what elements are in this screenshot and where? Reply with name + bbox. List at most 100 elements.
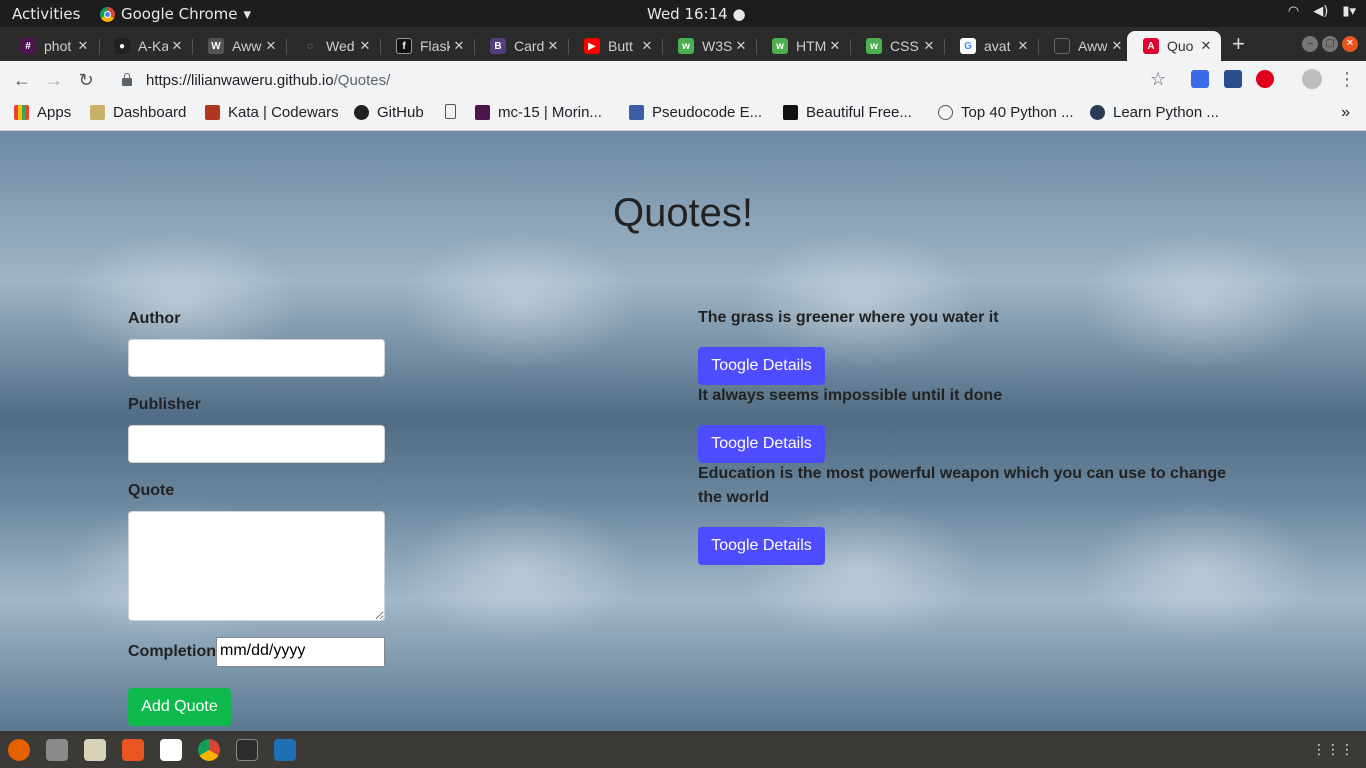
toggle-details-button[interactable]: Toogle Details <box>698 527 825 565</box>
bookmark-label: mc-15 | Morin... <box>498 104 602 121</box>
bookmark-apps[interactable]: Apps <box>14 104 71 121</box>
google-icon: G <box>960 38 976 54</box>
firefox-icon[interactable] <box>8 739 30 761</box>
bookmark-mc15[interactable]: mc-15 | Morin... <box>475 104 602 121</box>
tab-title: W3S <box>702 38 732 54</box>
activities-button[interactable]: Activities <box>12 5 80 23</box>
maximize-icon[interactable]: ▢ <box>1322 36 1338 52</box>
youtube-icon: ▶ <box>584 38 600 54</box>
dashboard-icon <box>90 105 105 120</box>
tab[interactable]: Gavat ✕ <box>944 31 1038 61</box>
extension-icon[interactable] <box>1224 70 1242 88</box>
tab-title: phot <box>44 38 72 54</box>
bookmark-dashboard[interactable]: Dashboard <box>90 104 186 121</box>
close-icon[interactable]: ✕ <box>544 38 562 54</box>
tab[interactable]: ▶ Butt ✕ <box>568 31 662 61</box>
author-input[interactable] <box>128 339 385 377</box>
terminal-icon[interactable] <box>236 739 258 761</box>
close-icon[interactable]: ✕ <box>74 38 92 54</box>
show-applications-icon[interactable]: ⋮⋮⋮ <box>1312 741 1354 758</box>
toggle-details-button[interactable]: Toogle Details <box>698 347 825 385</box>
bookmark-python-top40[interactable]: Top 40 Python ... <box>938 104 1074 121</box>
close-window-icon[interactable]: ✕ <box>1342 36 1358 52</box>
tab[interactable]: f Flask ✕ <box>380 31 474 61</box>
close-icon[interactable]: ✕ <box>168 38 186 54</box>
menu-icon[interactable]: ⋮ <box>1338 69 1356 90</box>
angular-icon: A <box>1143 38 1159 54</box>
add-quote-button[interactable]: Add Quote <box>128 688 231 726</box>
bookmark-github[interactable]: GitHub <box>354 104 424 121</box>
unsplash-icon <box>783 105 798 120</box>
document-icon[interactable] <box>160 739 182 761</box>
close-icon[interactable]: ✕ <box>1108 38 1126 54</box>
software-icon[interactable] <box>122 739 144 761</box>
close-icon[interactable]: ✕ <box>920 38 938 54</box>
close-icon[interactable]: ✕ <box>638 38 656 54</box>
back-icon[interactable]: ← <box>11 69 33 91</box>
address-bar[interactable]: https://lilianwaweru.github.io/Quotes/ <box>108 65 1188 95</box>
apps-grid-icon <box>14 105 29 120</box>
avatar[interactable] <box>1302 69 1322 89</box>
tab-strip: # phot ✕ ● A-Ka ✕ W Aww ✕ ◌ Wed ✕ f Flask ✕ B Card ✕… <box>0 27 1366 61</box>
chrome-icon[interactable] <box>198 739 220 761</box>
chevron-right-icon[interactable]: » <box>1341 104 1350 122</box>
github-icon <box>354 105 369 120</box>
tab-title: Butt <box>608 38 633 54</box>
tab[interactable]: w CSS ✕ <box>850 31 944 61</box>
bookmark-page[interactable] <box>445 104 464 119</box>
tab[interactable]: ◌ Wed ✕ <box>286 31 380 61</box>
tab[interactable]: ● A-Ka ✕ <box>98 31 192 61</box>
reload-icon[interactable]: ↻ <box>75 69 97 91</box>
tab-title: Quo <box>1167 38 1194 54</box>
tab[interactable]: w W3S ✕ <box>662 31 756 61</box>
tab[interactable]: B Card ✕ <box>474 31 568 61</box>
tab-title: Wed <box>326 38 355 54</box>
bookmark-label: GitHub <box>377 104 424 121</box>
close-icon[interactable]: ✕ <box>1197 38 1215 54</box>
tab-title: CSS <box>890 38 919 54</box>
codewars-icon <box>205 105 220 120</box>
close-icon[interactable]: ✕ <box>1014 38 1032 54</box>
volume-icon: ◀) <box>1313 4 1329 19</box>
close-icon[interactable]: ✕ <box>732 38 750 54</box>
tab[interactable]: w HTM ✕ <box>756 31 850 61</box>
tab-title: HTM <box>796 38 826 54</box>
close-icon[interactable]: ✕ <box>356 38 374 54</box>
bookmark-codewars[interactable]: Kata | Codewars <box>205 104 339 121</box>
wifi-icon: ◠ <box>1287 4 1300 19</box>
quote-label: Quote <box>128 482 175 499</box>
bookmark-star-icon[interactable]: ☆ <box>1150 69 1166 90</box>
toggle-details-button[interactable]: Toogle Details <box>698 425 825 463</box>
tab-active[interactable]: A Quo ✕ <box>1127 31 1221 61</box>
system-tray[interactable]: ◠ ◀) ▮▾ <box>1288 4 1356 19</box>
completion-date-input[interactable]: mm/dd/yyyy <box>216 637 385 667</box>
page-icon <box>445 104 456 119</box>
bookmark-pseudocode[interactable]: Pseudocode E... <box>629 104 762 121</box>
close-icon[interactable]: ✕ <box>826 38 844 54</box>
camera-icon[interactable] <box>84 739 106 761</box>
minimize-icon[interactable]: – <box>1302 36 1318 52</box>
adblock-icon[interactable] <box>1256 70 1274 88</box>
publisher-input[interactable] <box>128 425 385 463</box>
tab[interactable]: Aww ✕ <box>1038 31 1132 61</box>
new-tab-button[interactable]: + <box>1232 31 1245 57</box>
forward-icon[interactable]: → <box>43 69 65 91</box>
clock[interactable]: Wed 16:14 ● <box>647 5 746 23</box>
close-icon[interactable]: ✕ <box>262 38 280 54</box>
chevron-down-icon: ▾ <box>243 5 252 23</box>
close-icon[interactable]: ✕ <box>450 38 468 54</box>
tab[interactable]: W Aww ✕ <box>192 31 286 61</box>
slack-icon <box>475 105 490 120</box>
bookmark-unsplash[interactable]: Beautiful Free... <box>783 104 912 121</box>
bookmark-label: Pseudocode E... <box>652 104 763 121</box>
app-menu[interactable]: Google Chrome ▾ <box>100 5 251 23</box>
author-label: Author <box>128 310 181 327</box>
tab[interactable]: # phot ✕ <box>4 31 98 61</box>
system-top-bar: Activities Google Chrome ▾ Wed 16:14 ● ◠… <box>0 0 1366 27</box>
bookmark-learn-python[interactable]: Learn Python ... <box>1090 104 1219 121</box>
files-icon[interactable] <box>46 739 68 761</box>
extension-puzzle-icon[interactable] <box>1191 70 1209 88</box>
vscode-icon[interactable] <box>274 739 296 761</box>
loader-icon: ◌ <box>307 40 313 52</box>
quote-textarea[interactable] <box>128 511 385 621</box>
